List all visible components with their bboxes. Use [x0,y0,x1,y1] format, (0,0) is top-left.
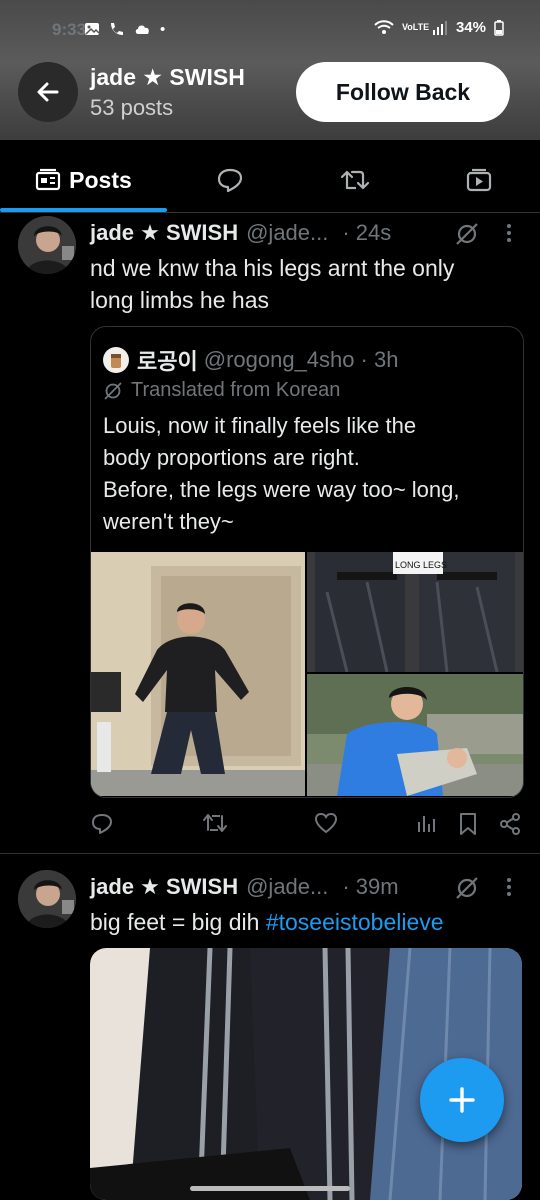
translated-label-row[interactable]: Translated from Korean [103,379,340,402]
reply-icon[interactable] [90,812,114,836]
tab-posts[interactable]: Posts [0,148,167,212]
back-button[interactable] [18,62,78,122]
grok-icon[interactable] [454,876,480,900]
post-time: · 39m [342,874,399,899]
more-options-icon[interactable] [504,876,514,898]
quoted-text-line: Before, the legs were way too~ long, [103,477,460,502]
quoted-image-main[interactable] [91,552,305,796]
post-text-body: big feet = big dih [90,909,266,935]
author-name[interactable]: jade ★ SWISH [90,220,238,246]
avatar[interactable] [18,216,76,274]
post-divider [0,853,540,854]
follow-back-button[interactable]: Follow Back [296,62,510,122]
profile-name: jade ★ SWISH [90,64,245,90]
tab-posts-label: Posts [69,166,132,193]
reposts-icon [340,170,370,190]
status-time: 9:33 [52,20,87,39]
posts-count: 53 posts [90,95,174,120]
media-icon [466,168,491,192]
tab-replies[interactable] [167,148,293,212]
plus-icon [449,1087,475,1113]
status-bar: 9:33 • VoLTE 34% [0,0,540,56]
active-tab-indicator [0,208,167,212]
author-handle[interactable]: @jade... [246,220,328,246]
quoted-post-time: · 3h [360,347,399,372]
gallery-icon [85,23,100,35]
quoted-image-top-right[interactable]: LONG LEGS [307,552,523,672]
post-time: · 24s [342,220,392,245]
more-options-icon[interactable] [504,222,514,244]
bookmark-icon[interactable] [458,812,478,836]
post-text-line: long limbs he has [90,287,269,313]
repost-icon[interactable] [202,812,228,834]
quoted-text-line: weren't they~ [103,509,234,534]
quoted-text-line: body proportions are right. [103,445,360,470]
post-header: jade ★ SWISH @jade... · 24s [90,220,391,246]
quoted-author-handle: @rogong_4sho [203,347,355,372]
wifi-icon [374,19,394,34]
compose-button[interactable] [420,1058,504,1142]
post-actions [90,810,530,838]
share-icon[interactable] [498,812,522,836]
quoted-author-name: 로공이 [137,349,198,374]
tab-reposts[interactable] [293,148,417,212]
grok-icon[interactable] [454,222,480,246]
arrow-left-icon [37,82,59,102]
quoted-avatar [103,347,129,373]
translated-label: Translated from Korean [131,379,341,401]
post-header: jade ★ SWISH @jade... · 39m [90,874,399,900]
hashtag-link[interactable]: #toseeistobelieve [266,909,444,935]
image-caption: LONG LEGS [395,560,447,570]
post-text: nd we knw tha his legs arnt the only lon… [90,252,530,316]
tab-media[interactable] [417,148,540,212]
author-name[interactable]: jade ★ SWISH [90,874,238,900]
translate-icon [104,381,122,400]
avatar[interactable] [18,870,76,928]
quoted-post-header: 로공이 @rogong_4sho · 3h [103,344,398,376]
post-text: big feet = big dih #toseeistobelieve [90,906,530,938]
posts-icon [36,168,61,191]
quoted-image-bottom-right[interactable] [307,674,523,796]
notification-dot-icon: • [160,20,166,38]
signal-icon [432,20,447,35]
quoted-post[interactable]: 로공이 @rogong_4sho · 3h Translated from Ko… [90,326,524,798]
home-indicator[interactable] [190,1186,350,1191]
profile-tabs: Posts [0,148,540,213]
author-handle[interactable]: @jade... [246,874,328,900]
views-icon[interactable] [416,812,438,834]
battery-icon [494,19,504,36]
quoted-text-line: Louis, now it finally feels like the [103,413,417,438]
replies-icon [217,168,243,193]
post-text-line: nd we knw tha his legs arnt the only [90,255,455,281]
volte-label: VoLTE [401,22,430,32]
battery-percent: 34% [455,19,486,36]
quoted-post-text: Louis, now it finally feels like the bod… [103,410,513,538]
like-icon[interactable] [314,812,338,834]
wifi-call-icon [111,23,123,35]
cloud-icon [135,25,149,34]
